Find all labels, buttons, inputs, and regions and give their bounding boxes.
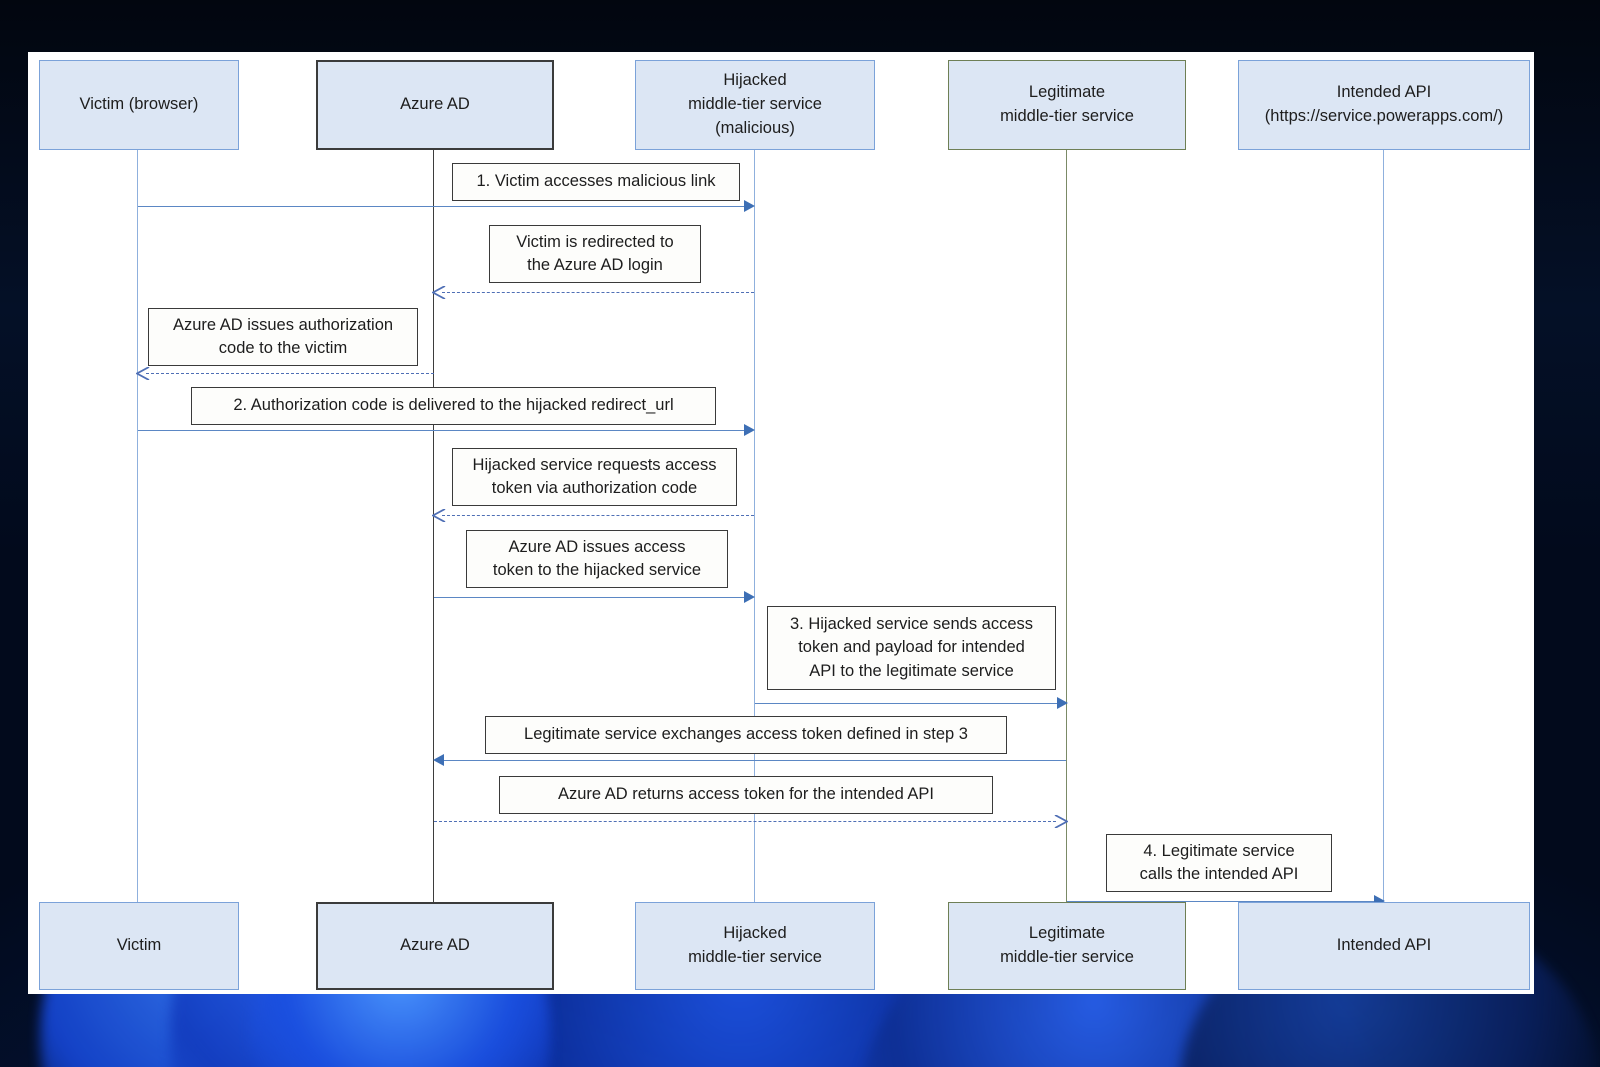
participant-label: Intended API (https://service.powerapps.c… (1264, 83, 1504, 125)
message-label-4: 2. Authorization code is delivered to th… (191, 387, 716, 425)
arrowhead-left-icon (433, 754, 444, 766)
sequence-diagram-canvas: Victim (browser) Azure AD Hijacked middle… (28, 52, 1534, 994)
message-line-4 (138, 430, 752, 431)
arrowhead-right-icon (744, 200, 755, 212)
message-label-9: Azure AD returns access token for the in… (499, 776, 993, 814)
lifeline-azure-ad (433, 150, 434, 902)
message-line-2 (442, 292, 754, 293)
message-line-3 (146, 373, 434, 374)
message-label-1: 1. Victim accesses malicious link (452, 163, 740, 201)
participant-label: Azure AD (400, 95, 470, 114)
participant-top-legitimate-service[interactable]: Legitimate middle-tier service (948, 60, 1186, 150)
arrowhead-right-open-icon (1054, 815, 1068, 828)
message-line-8 (444, 760, 1066, 761)
participant-label: Legitimate middle-tier service (1000, 83, 1134, 125)
arrowhead-left-open-icon (136, 367, 150, 380)
lifeline-victim (137, 150, 138, 902)
participant-bottom-azure-ad[interactable]: Azure AD (316, 902, 554, 990)
message-label-2: Victim is redirected to the Azure AD logi… (489, 225, 701, 283)
participant-bottom-hijacked-service[interactable]: Hijacked middle-tier service (635, 902, 875, 990)
participant-bottom-intended-api[interactable]: Intended API (1238, 902, 1530, 990)
message-label-8: Legitimate service exchanges access toke… (485, 716, 1007, 754)
participant-label: Hijacked middle-tier service (688, 924, 822, 966)
message-line-7 (755, 703, 1065, 704)
participant-top-intended-api[interactable]: Intended API (https://service.powerapps.c… (1238, 60, 1530, 150)
arrowhead-left-open-icon (432, 286, 446, 299)
message-label-5: Hijacked service requests access token vi… (452, 448, 737, 506)
participant-top-victim[interactable]: Victim (browser) (39, 60, 239, 150)
message-line-6 (434, 597, 752, 598)
arrowhead-right-icon (744, 591, 755, 603)
participant-label: Intended API (1336, 936, 1432, 955)
participant-bottom-legitimate-service[interactable]: Legitimate middle-tier service (948, 902, 1186, 990)
message-label-text: Victim is redirected to the Azure AD logi… (516, 232, 674, 274)
message-label-6: Azure AD issues access token to the hijac… (466, 530, 728, 588)
participant-top-azure-ad[interactable]: Azure AD (316, 60, 554, 150)
participant-label: Hijacked middle-tier service (malicious) (688, 71, 822, 137)
message-line-9 (434, 821, 1056, 822)
lifeline-legitimate-service (1066, 150, 1067, 902)
message-label-10: 4. Legitimate service calls the intended … (1106, 834, 1332, 892)
arrowhead-right-icon (1057, 697, 1068, 709)
message-line-5 (442, 515, 754, 516)
message-label-7: 3. Hijacked service sends access token an… (767, 606, 1056, 690)
participant-label: Legitimate middle-tier service (1000, 924, 1134, 966)
lifeline-intended-api (1383, 150, 1384, 902)
message-line-1 (138, 206, 752, 207)
arrowhead-right-icon (744, 424, 755, 436)
participant-top-hijacked-service[interactable]: Hijacked middle-tier service (malicious) (635, 60, 875, 150)
participant-label: Azure AD (400, 936, 470, 955)
message-label-3: Azure AD issues authorization code to the… (148, 308, 418, 366)
participant-label: Victim (116, 936, 162, 955)
participant-bottom-victim[interactable]: Victim (39, 902, 239, 990)
participant-label: Victim (browser) (79, 95, 199, 114)
arrowhead-left-open-icon (432, 509, 446, 522)
